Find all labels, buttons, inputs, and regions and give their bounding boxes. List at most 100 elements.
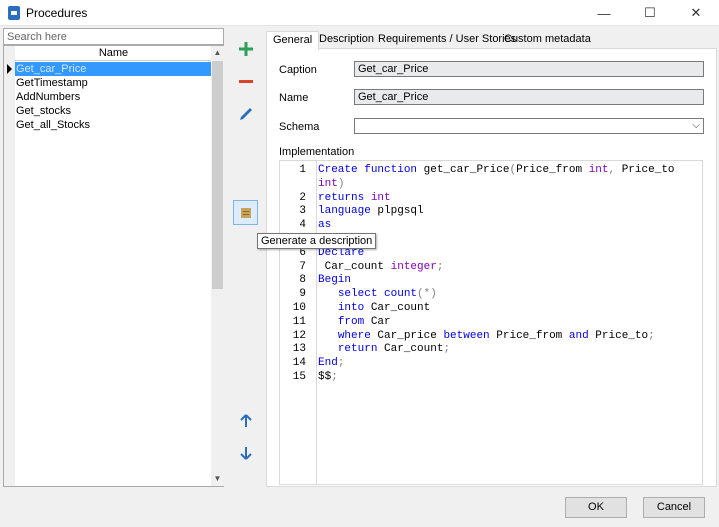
generate-description-icon: [240, 207, 251, 218]
line-number: 14: [292, 357, 306, 370]
line-number-gutter: 123456789101112131415: [280, 161, 317, 484]
code-token: Price_from: [489, 329, 569, 342]
general-tab-panel: Caption Get_car_Price Name Get_car_Price…: [266, 48, 717, 487]
line-number: 3: [299, 205, 306, 218]
scroll-up-arrow-icon[interactable]: ▲: [211, 46, 224, 60]
scroll-down-arrow-icon[interactable]: ▼: [211, 472, 224, 486]
generate-description-button[interactable]: [233, 200, 258, 225]
code-token: Price_from: [516, 164, 589, 176]
list-item[interactable]: AddNumbers: [15, 90, 212, 104]
line-number: 8: [299, 274, 306, 287]
add-button[interactable]: [233, 36, 258, 61]
code-line: Car_count integer;: [318, 260, 444, 274]
pencil-icon: [239, 107, 252, 120]
code-token: plpgsql: [370, 205, 424, 218]
code-line: returns int: [318, 191, 391, 205]
column-header-name[interactable]: Name: [15, 46, 212, 61]
list-item[interactable]: Get_all_Stocks: [15, 118, 212, 132]
arrow-down-icon: [239, 446, 252, 460]
code-token: Car_count: [318, 260, 391, 273]
code-line: int): [318, 177, 344, 191]
code-token: Car_count: [377, 343, 444, 356]
implementation-label: Implementation: [279, 146, 355, 158]
close-button[interactable]: ✕: [673, 0, 719, 26]
title-bar: Procedures — ☐ ✕: [0, 0, 719, 26]
list-item[interactable]: GetTimestamp: [15, 76, 212, 90]
code-token: select: [337, 288, 378, 301]
code-token: End: [318, 357, 338, 370]
code-token: int: [318, 177, 338, 190]
line-number: 10: [292, 302, 306, 314]
code-line: from Car: [318, 315, 391, 329]
code-token: Car: [364, 315, 391, 328]
line-number: 11: [292, 315, 306, 328]
minimize-button[interactable]: —: [581, 0, 627, 26]
caption-field[interactable]: Get_car_Price: [354, 61, 704, 77]
search-input[interactable]: [3, 28, 224, 45]
app-icon: [8, 6, 20, 20]
line-number: 2: [299, 191, 306, 204]
line-number: 1: [299, 164, 306, 176]
code-token: integer: [390, 260, 437, 273]
grid-scrollbar[interactable]: ▲ ▼: [211, 46, 224, 486]
code-line: $$;: [318, 370, 338, 384]
code-token: as: [318, 219, 332, 232]
line-number: 9: [299, 288, 306, 301]
code-token: Create: [318, 164, 358, 176]
code-token: get_car_Price: [417, 164, 510, 176]
tab-general[interactable]: General: [266, 31, 320, 50]
procedures-grid: Name Get_car_Price GetTimestamp AddNumbers…: [3, 45, 224, 487]
maximize-button[interactable]: ☐: [627, 0, 673, 26]
chevron-down-icon: ⌵: [692, 120, 700, 131]
name-field[interactable]: Get_car_Price: [354, 89, 704, 105]
line-number: 15: [292, 371, 306, 383]
current-row-indicator-icon: [7, 64, 12, 74]
code-token: ;: [648, 329, 655, 342]
code-token: ;: [331, 371, 338, 383]
code-token: returns: [318, 191, 365, 204]
line-number: 13: [292, 343, 306, 356]
code-token: count: [384, 288, 418, 301]
code-token: Car_price: [370, 329, 444, 342]
plus-icon: [238, 41, 253, 56]
code-editor[interactable]: 123456789101112131415 Create function ge…: [279, 160, 703, 485]
line-number: [280, 177, 306, 191]
code-line: Begin: [318, 273, 351, 287]
code-token: into: [337, 302, 365, 314]
code-line: Create function get_car_Price(Price_from…: [318, 163, 675, 177]
move-down-button[interactable]: [233, 440, 258, 465]
edit-button[interactable]: [233, 101, 258, 126]
remove-button[interactable]: [233, 69, 258, 94]
move-up-button[interactable]: [233, 408, 258, 433]
window-title: Procedures: [26, 6, 88, 20]
caption-label: Caption: [279, 64, 317, 76]
code-line: where Car_price between Price_from and P…: [318, 329, 655, 343]
code-token: between: [443, 329, 490, 342]
minus-icon: [238, 79, 253, 83]
schema-select[interactable]: ⌵: [354, 118, 704, 134]
code-token: language: [318, 205, 371, 218]
code-token: $$: [318, 371, 332, 383]
tab-description[interactable]: Description: [313, 31, 380, 49]
list-item[interactable]: Get_car_Price: [15, 62, 212, 76]
scrollbar-thumb[interactable]: [212, 61, 223, 289]
code-line: select count(*): [318, 287, 437, 301]
line-number: 7: [299, 260, 306, 273]
code-token: ): [337, 177, 345, 190]
tooltip: Generate a description: [257, 233, 377, 249]
code-token: ;: [337, 357, 345, 370]
list-item[interactable]: Get_stocks: [15, 104, 212, 118]
code-token: ;: [436, 260, 444, 273]
arrow-up-icon: [239, 413, 252, 427]
code-token: Price_to: [588, 329, 649, 342]
line-number: 4: [299, 219, 306, 232]
ok-button[interactable]: OK: [565, 497, 627, 518]
cancel-button[interactable]: Cancel: [643, 497, 705, 518]
tab-custom-metadata[interactable]: Custom metadata: [498, 31, 597, 49]
